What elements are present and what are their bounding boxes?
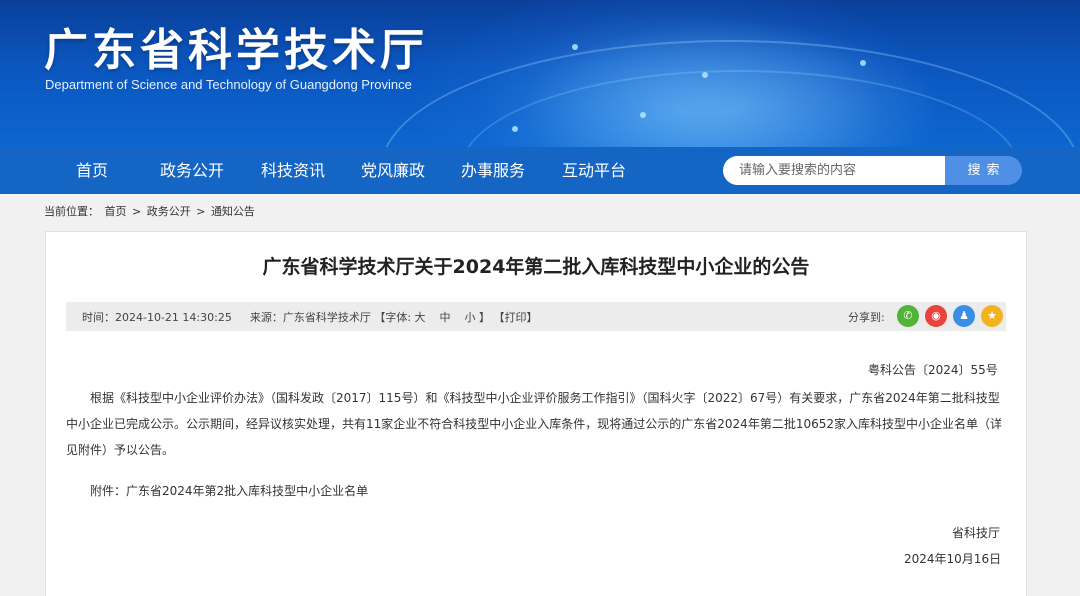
breadcrumb-separator: >: [196, 205, 206, 218]
nav-item-party-integrity[interactable]: 党风廉政: [361, 147, 425, 194]
font-size-medium[interactable]: 中: [440, 311, 451, 324]
breadcrumb-prefix: 当前位置：: [44, 205, 99, 218]
publish-time: 2024-10-21 14:30:25: [115, 311, 232, 324]
document-number: 粤科公告〔2024〕55号: [868, 363, 998, 377]
wechat-icon[interactable]: ✆: [897, 305, 919, 327]
banner-dot: [640, 112, 646, 118]
breadcrumb-item-government-affairs[interactable]: 政务公开: [147, 205, 191, 218]
sign-date: 2024年10月16日: [904, 552, 1002, 566]
font-size-label: 【字体:: [374, 311, 412, 324]
signer: 省科技厅: [952, 526, 1001, 540]
article-meta: 时间：2024-10-21 14:30:25 来源：广东省科学技术厅 【字体: 大…: [82, 309, 538, 325]
article-source: 广东省科学技术厅: [282, 311, 371, 324]
article-body: 根据《科技型中小企业评价办法》（国科发政〔2017〕115号）和《科技型中小企业…: [66, 391, 1002, 457]
font-size-close: 】: [479, 311, 491, 324]
source-label: 来源：: [249, 311, 283, 324]
favorite-icon[interactable]: ★: [981, 305, 1003, 327]
qq-icon[interactable]: ♟: [953, 305, 975, 327]
header-banner: 广东省科学技术厅 Department of Science and Techn…: [0, 0, 1080, 147]
print-link[interactable]: 【打印】: [494, 311, 538, 324]
font-size-large[interactable]: 大: [415, 311, 426, 324]
breadcrumb-separator: >: [132, 205, 142, 218]
weibo-icon[interactable]: ◉: [925, 305, 947, 327]
banner-dot: [512, 126, 518, 132]
nav-item-interaction[interactable]: 互动平台: [562, 147, 626, 194]
attachment-link[interactable]: 附件：广东省2024年第2批入库科技型中小企业名单: [90, 482, 368, 499]
nav-item-government-affairs[interactable]: 政务公开: [160, 147, 224, 194]
site-title[interactable]: 广东省科学技术厅: [44, 14, 428, 78]
breadcrumb-item-notices[interactable]: 通知公告: [211, 205, 255, 218]
font-size-small[interactable]: 小: [465, 311, 476, 324]
nav-item-services[interactable]: 办事服务: [461, 147, 525, 194]
banner-dot: [860, 60, 866, 66]
search-input[interactable]: [723, 156, 945, 185]
breadcrumb: 当前位置： 首页 > 政务公开 > 通知公告: [44, 203, 257, 219]
nav-item-tech-news[interactable]: 科技资讯: [261, 147, 325, 194]
article-title: 广东省科学技术厅关于2024年第二批入库科技型中小企业的公告: [262, 256, 810, 278]
banner-dot: [572, 44, 578, 50]
breadcrumb-item-home[interactable]: 首页: [105, 205, 127, 218]
share-label: 分享到:: [848, 311, 885, 324]
site-subtitle: Department of Science and Technology of …: [45, 77, 412, 92]
nav-item-home[interactable]: 首页: [76, 147, 108, 194]
banner-dot: [702, 72, 708, 78]
search-button[interactable]: 搜索: [945, 156, 1022, 185]
time-label: 时间：: [82, 311, 115, 324]
